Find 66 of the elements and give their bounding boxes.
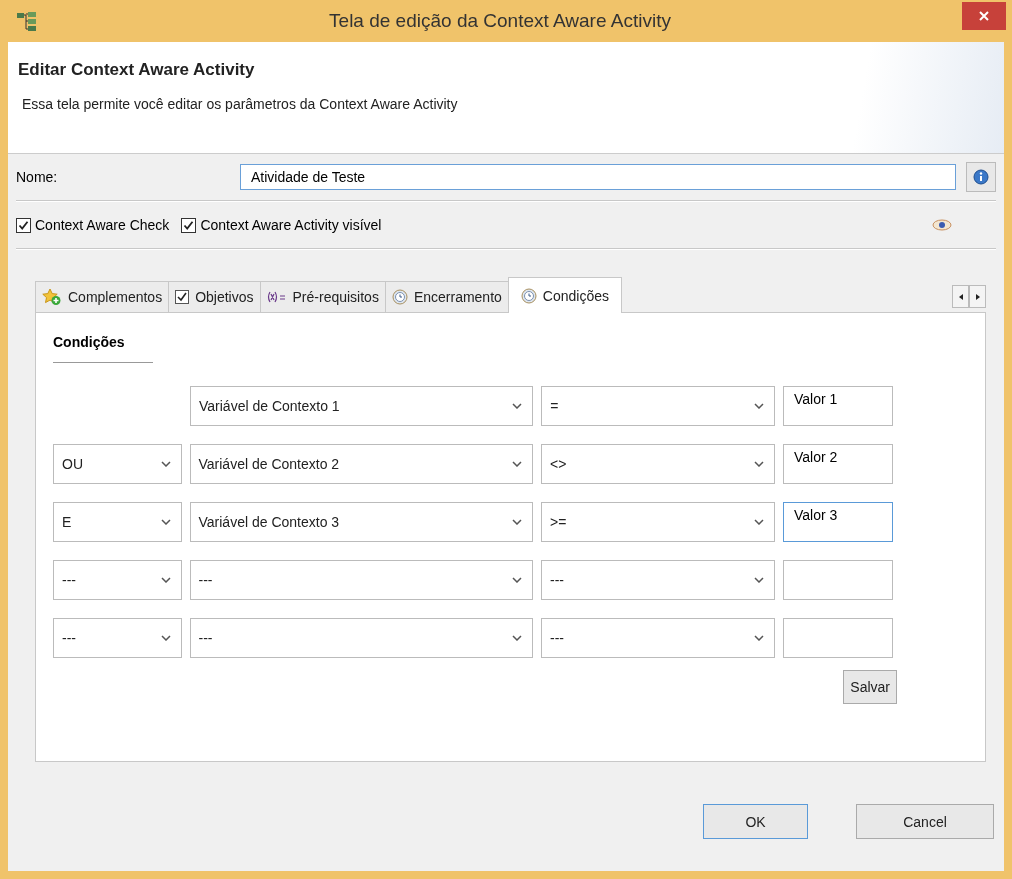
dialog-button[interactable]: Cancel (856, 804, 994, 839)
variable-dropdown[interactable]: Variável de Contexto 1 (190, 386, 534, 426)
operator-dropdown[interactable]: --- (541, 560, 775, 600)
save-button[interactable]: Salvar (843, 670, 897, 704)
tab[interactable]: Encerramento (384, 281, 509, 312)
operator-dropdown[interactable]: --- (541, 618, 775, 658)
chevron-icon (160, 577, 171, 583)
variable-dropdown[interactable]: --- (189, 560, 533, 600)
value-field[interactable]: Valor 1 (783, 386, 893, 426)
checkmark-icon (183, 219, 195, 231)
close-button[interactable] (962, 2, 1006, 30)
tab[interactable]: Pré-requisitos (259, 281, 386, 312)
value-field[interactable]: Valor 2 (783, 444, 893, 484)
chevron-icon (512, 635, 522, 641)
chevron-icon (754, 519, 764, 525)
left-arrow-icon (958, 293, 963, 300)
chevron-icon (512, 577, 522, 583)
tab[interactable]: Condições (507, 277, 622, 313)
chevron-icon (512, 461, 522, 467)
chevron-icon (512, 403, 523, 409)
header-description: Essa tela permite você editar os parâmetros da Context Aware Activity (21, 96, 459, 112)
operator-dropdown[interactable]: <> (541, 444, 775, 484)
info-icon (973, 169, 989, 185)
value-field[interactable] (783, 560, 893, 600)
scroll-left-button[interactable] (952, 285, 969, 308)
operator-dropdown[interactable]: = (541, 386, 775, 426)
chevron-icon (160, 461, 171, 467)
star-plus-icon (42, 288, 62, 306)
close-icon (979, 11, 989, 21)
variable-icon (266, 291, 287, 303)
clock-icon (391, 289, 408, 305)
connector-dropdown[interactable]: --- (53, 560, 182, 600)
header-title: Editar Context Aware Activity (18, 60, 256, 80)
chevron-icon (754, 403, 764, 409)
connector-dropdown[interactable]: E (53, 502, 182, 542)
section-title: Condições (53, 334, 153, 363)
checkbox[interactable]: Context Aware Check (16, 217, 170, 233)
checkbox-icon (175, 290, 190, 304)
variable-dropdown[interactable]: Variável de Contexto 3 (189, 502, 533, 542)
clock-icon (520, 287, 537, 304)
connector-dropdown[interactable]: --- (53, 618, 182, 658)
name-label: Nome: (16, 169, 59, 185)
chevron-icon (512, 519, 522, 525)
right-arrow-icon (975, 293, 980, 300)
eye-icon[interactable] (932, 219, 952, 231)
value-field[interactable]: Valor 3 (783, 502, 893, 542)
checkmark-icon (18, 219, 29, 231)
tab[interactable]: Objetivos (168, 281, 261, 312)
checkbox[interactable]: Context Aware Activity visível (181, 217, 382, 233)
window-title: Tela de edição da Context Aware Activity (328, 10, 672, 32)
connector-dropdown[interactable]: OU (53, 444, 182, 484)
info-button[interactable] (966, 162, 996, 192)
chevron-icon (754, 577, 764, 583)
value-field[interactable] (783, 618, 893, 658)
chevron-icon (754, 635, 764, 641)
app-icon (16, 10, 38, 32)
chevron-icon (160, 635, 171, 641)
variable-dropdown[interactable]: --- (189, 618, 533, 658)
chevron-icon (160, 519, 171, 525)
name-field[interactable]: Atividade de Teste (240, 164, 956, 190)
variable-dropdown[interactable]: Variável de Contexto 2 (189, 444, 533, 484)
tab[interactable]: Complementos (35, 281, 170, 312)
scroll-right-button[interactable] (969, 285, 986, 308)
operator-dropdown[interactable]: >= (541, 502, 775, 542)
chevron-icon (754, 461, 764, 467)
dialog-button[interactable]: OK (703, 804, 808, 839)
